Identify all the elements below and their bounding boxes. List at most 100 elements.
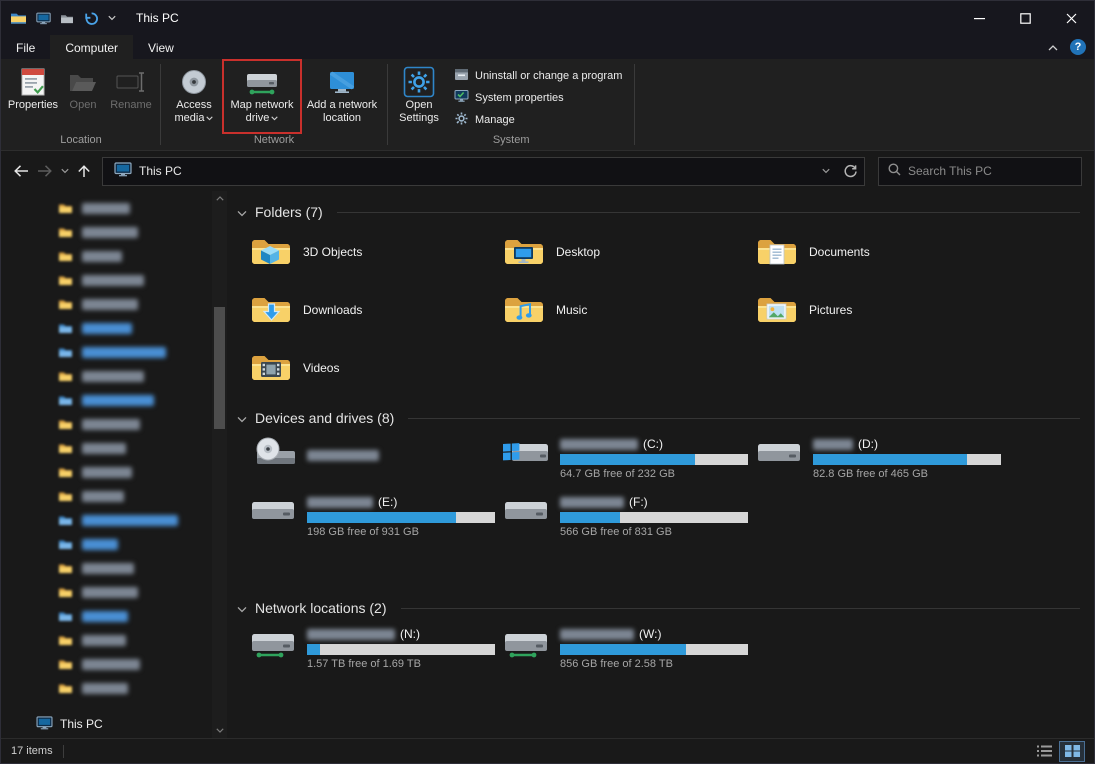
- sidebar-item-redacted[interactable]: [1, 652, 227, 676]
- system-properties-item[interactable]: System properties: [449, 88, 627, 107]
- new-folder-qat-icon[interactable]: [60, 13, 74, 24]
- search-input[interactable]: [908, 164, 1072, 178]
- drive-tile-d[interactable]: (D:)82.8 GB free of 465 GB: [755, 435, 999, 481]
- open-settings-button[interactable]: Open Settings: [391, 61, 447, 132]
- map-network-drive-button[interactable]: Map network drive: [222, 59, 302, 134]
- sidebar-item-redacted[interactable]: [1, 532, 227, 556]
- sidebar-item-redacted[interactable]: [1, 436, 227, 460]
- breadcrumb[interactable]: This PC: [109, 158, 187, 185]
- sidebar-item-this-pc[interactable]: This PC: [1, 712, 211, 736]
- redacted-label: [82, 227, 138, 238]
- folder-icon: [502, 292, 546, 328]
- sidebar-item-redacted[interactable]: [1, 244, 227, 268]
- collapse-ribbon-icon[interactable]: [1048, 40, 1058, 54]
- sidebar-item-redacted[interactable]: [1, 484, 227, 508]
- redacted-label: [82, 683, 128, 694]
- sidebar-item-redacted[interactable]: [1, 196, 227, 220]
- folder-icon: [58, 634, 73, 646]
- sidebar-item-redacted[interactable]: [1, 412, 227, 436]
- free-space-label: 198 GB free of 931 GB: [307, 526, 493, 538]
- sidebar-scrollbar[interactable]: [212, 191, 227, 738]
- undo-icon[interactable]: [83, 11, 99, 25]
- maximize-button[interactable]: [1002, 1, 1048, 35]
- network-grid: (N:)1.57 TB free of 1.69 TB(W:)856 GB fr…: [249, 625, 1080, 671]
- folder-tile-videos[interactable]: Videos: [249, 345, 493, 391]
- refresh-icon[interactable]: [838, 158, 862, 185]
- rename-button[interactable]: Rename: [105, 61, 157, 132]
- folder-icon: [58, 466, 73, 478]
- sidebar-item-redacted[interactable]: [1, 460, 227, 484]
- uninstall-program-item[interactable]: Uninstall or change a program: [449, 66, 627, 85]
- network-section-header[interactable]: Network locations (2): [237, 595, 1080, 621]
- folder-tile-desktop[interactable]: Desktop: [502, 229, 746, 275]
- titlebar[interactable]: This PC: [1, 1, 1094, 35]
- drive-icon: [502, 493, 550, 529]
- thumbnails-view-toggle[interactable]: [1060, 742, 1084, 761]
- folder-tile-downloads[interactable]: Downloads: [249, 287, 493, 333]
- tab-computer[interactable]: Computer: [50, 35, 133, 59]
- add-network-location-button[interactable]: Add a network location: [300, 61, 384, 132]
- sidebar-item-redacted[interactable]: [1, 580, 227, 604]
- forward-button[interactable]: [33, 158, 57, 184]
- open-button[interactable]: Open: [61, 61, 105, 132]
- redacted-label: [82, 611, 128, 622]
- folder-tile-3d-objects[interactable]: 3D Objects: [249, 229, 493, 275]
- folder-tile-pictures[interactable]: Pictures: [755, 287, 999, 333]
- back-button[interactable]: [9, 158, 33, 184]
- access-media-button[interactable]: Access media: [164, 61, 224, 132]
- sidebar-tree: [1, 191, 227, 710]
- drive-tile-f[interactable]: (F:)566 GB free of 831 GB: [502, 493, 746, 539]
- drive-tile-w[interactable]: (W:)856 GB free of 2.58 TB: [502, 625, 746, 671]
- sidebar-item-redacted[interactable]: [1, 220, 227, 244]
- folder-tile-music[interactable]: Music: [502, 287, 746, 333]
- drive-tile-e[interactable]: (E:) 198 GB free of 931 GB: [249, 493, 493, 539]
- sidebar-item-redacted[interactable]: [1, 316, 227, 340]
- redacted-label: [82, 203, 130, 214]
- customize-qat-chevron-icon[interactable]: [108, 15, 116, 21]
- help-icon[interactable]: ?: [1070, 39, 1086, 55]
- drives-section-header[interactable]: Devices and drives (8): [237, 405, 1080, 431]
- chevron-down-icon: [271, 112, 278, 125]
- drive-tile-n[interactable]: (N:)1.57 TB free of 1.69 TB: [249, 625, 493, 671]
- up-button[interactable]: [72, 158, 96, 184]
- address-bar[interactable]: This PC: [102, 157, 865, 186]
- manage-item[interactable]: Manage: [449, 110, 627, 129]
- details-view-toggle[interactable]: [1032, 742, 1056, 761]
- scrollbar-thumb[interactable]: [214, 307, 225, 429]
- main-area: This PC Folders (7): [1, 191, 1094, 738]
- sidebar-item-redacted[interactable]: [1, 628, 227, 652]
- chevron-down-icon: [237, 600, 247, 616]
- folder-tile-documents[interactable]: Documents: [755, 229, 999, 275]
- tab-view[interactable]: View: [133, 35, 189, 59]
- drive-letter: (E:): [378, 495, 397, 509]
- redacted-label: [560, 439, 638, 450]
- sidebar-item-redacted[interactable]: [1, 556, 227, 580]
- sidebar-item-redacted[interactable]: [1, 676, 227, 700]
- drive-tile-c[interactable]: (C:)64.7 GB free of 232 GB: [502, 435, 746, 481]
- tab-file[interactable]: File: [1, 35, 50, 59]
- address-dropdown-chevron-icon[interactable]: [814, 158, 838, 185]
- open-folder-icon: [68, 64, 98, 99]
- sidebar-item-redacted[interactable]: [1, 508, 227, 532]
- sidebar-item-redacted[interactable]: [1, 604, 227, 628]
- sidebar-item-redacted[interactable]: [1, 364, 227, 388]
- minimize-button[interactable]: [956, 1, 1002, 35]
- folder-icon: [58, 346, 73, 358]
- folders-section-header[interactable]: Folders (7): [237, 199, 1080, 225]
- redacted-label: [82, 491, 124, 502]
- recent-locations-chevron-icon[interactable]: [57, 158, 72, 184]
- sidebar-item-redacted[interactable]: [1, 292, 227, 316]
- explorer-window: This PC File Computer View ?: [0, 0, 1095, 764]
- search-box[interactable]: [878, 157, 1082, 186]
- properties-button[interactable]: Properties: [5, 61, 61, 132]
- ribbon-separator: [160, 64, 161, 145]
- drive-tile-cd[interactable]: [249, 435, 493, 481]
- sidebar-item-redacted[interactable]: [1, 268, 227, 292]
- redacted-label: [82, 323, 132, 334]
- scroll-down-icon[interactable]: [212, 723, 227, 738]
- scroll-up-icon[interactable]: [212, 191, 227, 206]
- sidebar-item-redacted[interactable]: [1, 340, 227, 364]
- sidebar-item-redacted[interactable]: [1, 388, 227, 412]
- properties-qat-icon[interactable]: [36, 12, 51, 25]
- close-button[interactable]: [1048, 1, 1094, 35]
